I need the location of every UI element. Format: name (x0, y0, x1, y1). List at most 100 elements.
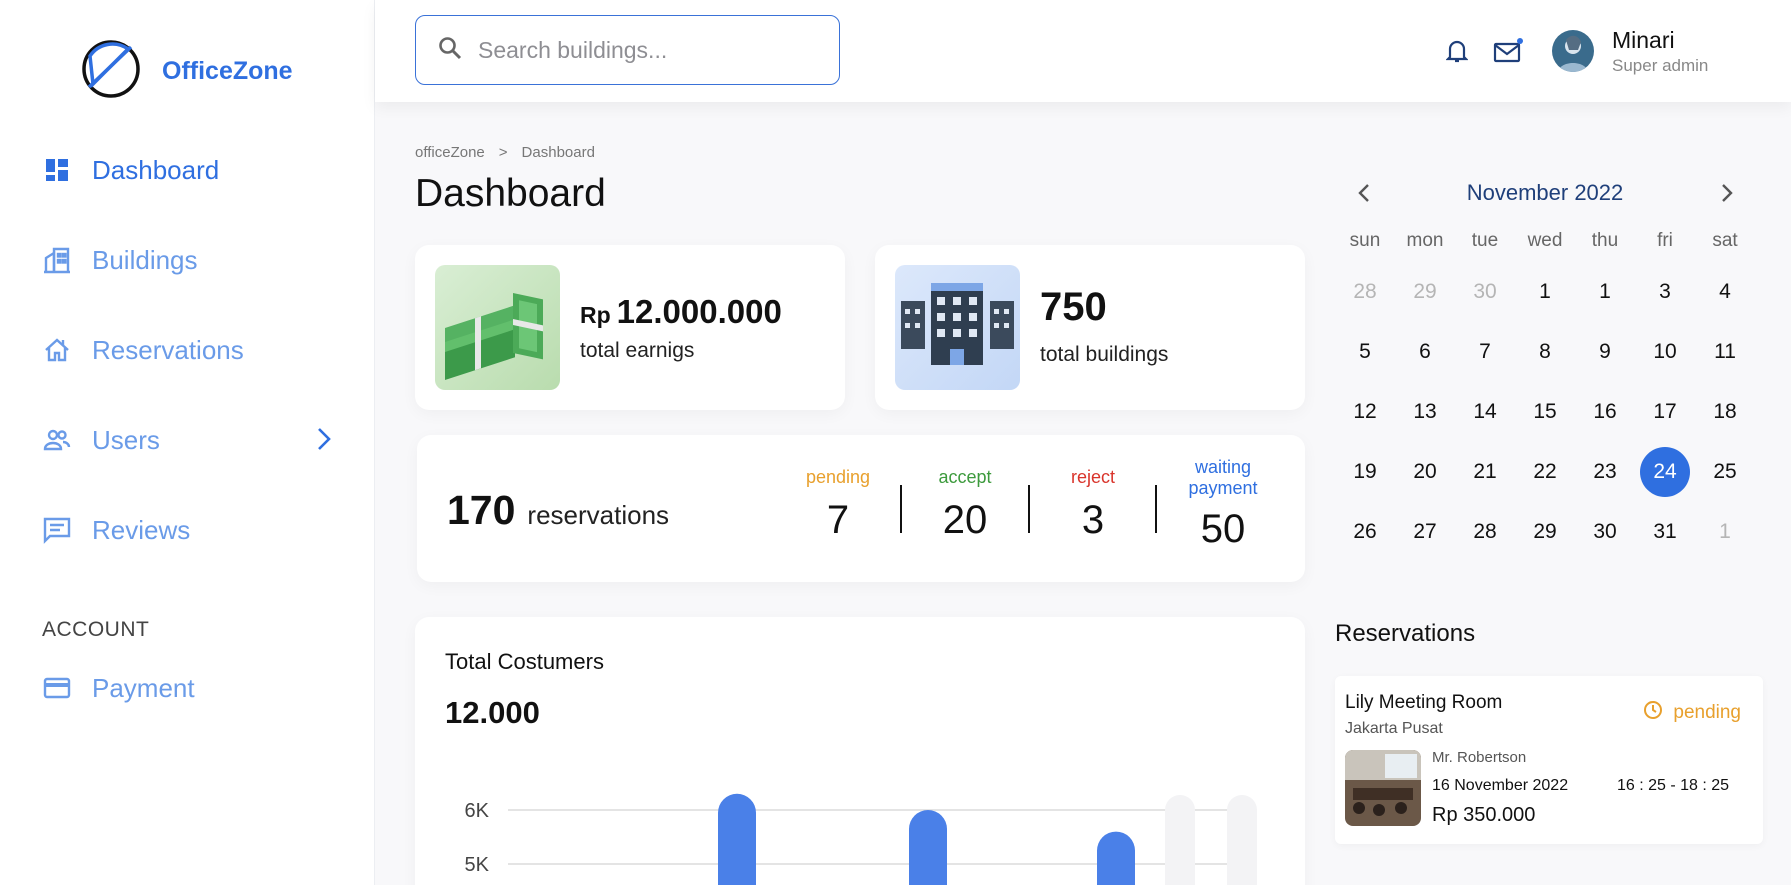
calendar-week: 19 20 21 22 23 24 25 (1335, 442, 1755, 502)
chart-bar[interactable] (718, 793, 756, 885)
sidebar-item-label: Payment (92, 672, 195, 703)
calendar-day[interactable]: 29 (1400, 267, 1450, 317)
sidebar-item-buildings[interactable]: Buildings (42, 238, 332, 282)
search-box[interactable] (415, 15, 840, 85)
calendar-day[interactable]: 22 (1520, 447, 1570, 497)
user-role: Super admin (1612, 56, 1709, 75)
calendar-day[interactable]: 29 (1520, 507, 1570, 557)
reservation-city: Jakarta Pusat (1345, 720, 1443, 737)
customers-title: Total Costumers (445, 649, 604, 674)
divider (1028, 485, 1030, 533)
calendar-day[interactable]: 14 (1460, 387, 1510, 437)
calendar-next-icon[interactable] (1712, 178, 1742, 208)
reservations-count-label: reservations (527, 500, 670, 530)
users-icon (42, 425, 72, 455)
stat-value: 3 (1081, 498, 1105, 542)
calendar-day[interactable]: 30 (1460, 267, 1510, 317)
calendar-day[interactable]: 16 (1580, 387, 1630, 437)
chart-bar[interactable] (1097, 831, 1135, 885)
reservations-count: 170 reservations (447, 487, 669, 534)
divider (1155, 485, 1157, 533)
breadcrumb-root[interactable]: officeZone (415, 144, 485, 161)
calendar-grid: sun mon tue wed thu fri sat 28 29 30 1 1 3 4 5 6 7 8 9 10 1… (1335, 230, 1755, 562)
reservation-card[interactable]: Lily Meeting Room Jakarta Pusat pending … (1335, 676, 1763, 844)
reservations-count-value: 170 (447, 487, 516, 533)
chevron-right-icon[interactable] (316, 426, 332, 457)
calendar-day-selected[interactable]: 24 (1640, 447, 1690, 497)
sidebar-item-reviews[interactable]: Reviews (42, 508, 332, 552)
calendar-day[interactable]: 1 (1700, 507, 1750, 557)
buildings-value: 750 (1040, 285, 1107, 329)
calendar-day[interactable]: 4 (1700, 267, 1750, 317)
calendar-week: 26 27 28 29 30 31 1 (1335, 502, 1755, 562)
calendar-weekday: wed (1527, 230, 1563, 251)
earnings-amount: 12.000.000 (616, 293, 782, 330)
building-icon (42, 245, 72, 275)
stat-label: waiting payment (1188, 457, 1258, 498)
calendar-day[interactable]: 28 (1460, 507, 1510, 557)
avatar[interactable] (1552, 30, 1594, 72)
brand-logo[interactable]: OfficeZone (80, 38, 293, 105)
sidebar-item-label: Buildings (92, 244, 198, 275)
breadcrumb: officeZone > Dashboard (415, 144, 595, 161)
dashboard-icon (42, 155, 72, 185)
calendar-week: 5 6 7 8 9 10 11 (1335, 322, 1755, 382)
calendar-day[interactable]: 28 (1340, 267, 1390, 317)
room-thumbnail (1345, 750, 1421, 826)
calendar-day[interactable]: 27 (1400, 507, 1450, 557)
calendar-day[interactable]: 30 (1580, 507, 1630, 557)
bell-icon[interactable] (1442, 36, 1472, 66)
stat-reject[interactable]: reject 3 (1038, 467, 1148, 543)
chart-bar-placeholder (1165, 795, 1195, 885)
calendar-day[interactable]: 23 (1580, 447, 1630, 497)
chart-bar[interactable] (909, 810, 947, 885)
sidebar-item-payment[interactable]: Payment (42, 666, 332, 710)
stat-value: 7 (826, 498, 850, 542)
calendar-day[interactable]: 6 (1400, 327, 1450, 377)
stat-waiting-payment[interactable]: waiting payment 50 (1167, 457, 1279, 552)
calendar-day[interactable]: 10 (1640, 327, 1690, 377)
user-name: Minari (1612, 27, 1675, 53)
sidebar-item-users[interactable]: Users (42, 418, 332, 462)
calendar-day[interactable]: 12 (1340, 387, 1390, 437)
calendar-weekday: fri (1657, 230, 1673, 251)
mail-icon[interactable] (1493, 36, 1523, 66)
calendar-day[interactable]: 7 (1460, 327, 1510, 377)
calendar-day[interactable]: 9 (1580, 327, 1630, 377)
earnings-label: total earnigs (580, 339, 695, 362)
stat-accept[interactable]: accept 20 (910, 467, 1020, 543)
search-input[interactable] (478, 36, 808, 64)
calendar-prev-icon[interactable] (1349, 178, 1379, 208)
calendar-day[interactable]: 3 (1640, 267, 1690, 317)
calendar-day[interactable]: 13 (1400, 387, 1450, 437)
calendar-day[interactable]: 20 (1400, 447, 1450, 497)
sidebar: OfficeZone Dashboard Buildings Reservati… (0, 0, 375, 885)
sidebar-item-dashboard[interactable]: Dashboard (42, 148, 332, 192)
calendar-day[interactable]: 18 (1700, 387, 1750, 437)
page-title: Dashboard (415, 172, 606, 215)
calendar-day[interactable]: 25 (1700, 447, 1750, 497)
sidebar-item-label: Dashboard (92, 154, 220, 185)
calendar-day[interactable]: 1 (1580, 267, 1630, 317)
calendar-day[interactable]: 8 (1520, 327, 1570, 377)
calendar-day[interactable]: 19 (1340, 447, 1390, 497)
calendar-day[interactable]: 15 (1520, 387, 1570, 437)
stat-value: 20 (942, 498, 988, 542)
sidebar-item-reservations[interactable]: Reservations (42, 328, 332, 372)
calendar-week: 28 29 30 1 1 3 4 (1335, 262, 1755, 322)
calendar-day[interactable]: 26 (1340, 507, 1390, 557)
clock-icon (1643, 700, 1663, 726)
reservation-date: 16 November 2022 (1432, 777, 1569, 794)
calendar-day[interactable]: 17 (1640, 387, 1690, 437)
sidebar-item-label: Reviews (92, 514, 191, 545)
calendar-day[interactable]: 31 (1640, 507, 1690, 557)
calendar-day[interactable]: 5 (1340, 327, 1390, 377)
stat-pending[interactable]: pending 7 (783, 467, 893, 543)
calendar-day[interactable]: 11 (1700, 327, 1750, 377)
divider (900, 485, 902, 533)
stat-label: accept (938, 467, 992, 487)
customers-card: Total Costumers 12.000 6K 5K (415, 617, 1305, 885)
calendar-day[interactable]: 21 (1460, 447, 1510, 497)
calendar-day[interactable]: 1 (1520, 267, 1570, 317)
buildings-label: total buildings (1040, 343, 1169, 366)
